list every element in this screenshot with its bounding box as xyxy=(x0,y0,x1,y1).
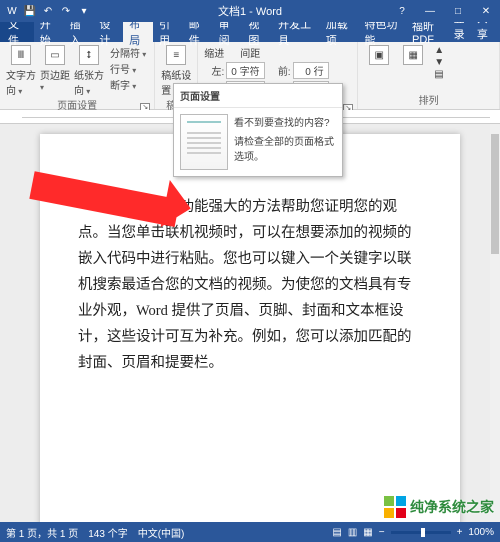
breaks-button[interactable]: 分隔符 xyxy=(108,45,148,60)
status-page[interactable]: 第 1 页，共 1 页 xyxy=(6,525,78,540)
text-direction-button[interactable]: Ⅲ 文字方向 xyxy=(6,45,36,97)
close-button[interactable]: ✕ xyxy=(472,0,500,22)
hyphenation-button[interactable]: 断字 xyxy=(108,77,148,92)
tooltip-title: 页面设置 xyxy=(174,84,342,108)
tooltip-line1: 看不到要查找的内容? xyxy=(234,114,336,129)
tab-mailings[interactable]: 邮件 xyxy=(183,22,213,42)
spacing-before-input[interactable]: 0 行 xyxy=(293,62,329,79)
line-numbers-button[interactable]: 行号 xyxy=(108,61,148,76)
indent-heading: 缩进 xyxy=(204,45,224,60)
paper-icon: ≡ xyxy=(166,45,186,65)
watermark: 纯净系统之家 xyxy=(384,496,494,518)
tab-foxit[interactable]: 福昕PDF xyxy=(406,22,454,42)
margins-button[interactable]: ▭ 页边距 xyxy=(40,45,70,93)
restore-button[interactable]: □ xyxy=(444,0,472,22)
tab-insert[interactable]: 插入 xyxy=(64,22,94,42)
window-controls: ? — □ ✕ xyxy=(388,0,500,22)
spacing-before-label: 前: xyxy=(271,63,291,78)
window-title: 文档1 - Word xyxy=(218,3,282,19)
tab-layout[interactable]: 布局 xyxy=(123,22,153,42)
view-print-icon[interactable]: ▥ xyxy=(348,527,357,538)
status-bar: 第 1 页，共 1 页 143 个字 中文(中国) ▤ ▥ ▦ − + 100% xyxy=(0,522,500,542)
view-read-icon[interactable]: ▤ xyxy=(332,527,341,538)
zoom-in-button[interactable]: + xyxy=(457,527,463,538)
indent-left-label: 左: xyxy=(204,63,224,78)
tooltip-line2: 请检查全部的页面格式选项。 xyxy=(234,133,336,163)
body-paragraph[interactable]: 视频提供了功能强大的方法帮助您证明您的观点。当您单击联机视频时，可以在想要添加的… xyxy=(78,194,422,376)
tab-addins[interactable]: 加载项 xyxy=(320,22,359,42)
spacing-heading: 间距 xyxy=(240,45,260,60)
title-bar: W 💾 ↶ ↷ ▾ 文档1 - Word ? — □ ✕ xyxy=(0,0,500,22)
page-setup-tooltip: 页面设置 看不到要查找的内容? 请检查全部的页面格式选项。 xyxy=(173,83,343,177)
tab-review[interactable]: 审阅 xyxy=(213,22,243,42)
watermark-text: 纯净系统之家 xyxy=(410,497,494,517)
position-icon: ▣ xyxy=(369,45,389,65)
word-icon: W xyxy=(6,5,18,17)
tab-features[interactable]: 特色功能 xyxy=(358,22,406,42)
save-icon[interactable]: 💾 xyxy=(24,5,36,17)
tab-view[interactable]: 视图 xyxy=(242,22,272,42)
send-backward-button[interactable]: ▼ xyxy=(432,57,446,68)
wrap-icon: ▦ xyxy=(403,45,423,65)
zoom-out-button[interactable]: − xyxy=(379,527,385,538)
zoom-level[interactable]: 100% xyxy=(468,527,494,538)
view-web-icon[interactable]: ▦ xyxy=(363,527,372,538)
scrollbar-thumb[interactable] xyxy=(491,134,499,254)
page[interactable]: 视频提供了功能强大的方法帮助您证明您的观点。当您单击联机视频时，可以在想要添加的… xyxy=(40,134,460,522)
qat-more-icon[interactable]: ▾ xyxy=(78,5,90,17)
status-word-count[interactable]: 143 个字 xyxy=(88,525,127,540)
tab-file[interactable]: 文件 xyxy=(0,22,34,42)
tab-references[interactable]: 引用 xyxy=(153,22,183,42)
tooltip-preview-icon xyxy=(180,114,228,170)
margins-icon: ▭ xyxy=(45,45,65,65)
document-canvas: 视频提供了功能强大的方法帮助您证明您的观点。当您单击联机视频时，可以在想要添加的… xyxy=(0,124,500,522)
bring-forward-button[interactable]: ▲ xyxy=(432,45,446,56)
group-label-arrange: 排列 xyxy=(364,92,493,107)
indent-left-input[interactable]: 0 字符 xyxy=(226,62,264,79)
ribbon-tabs: 文件 开始 插入 设计 布局 引用 邮件 审阅 视图 开发工具 加载项 特色功能… xyxy=(0,22,500,42)
watermark-logo-icon xyxy=(384,496,406,518)
status-language[interactable]: 中文(中国) xyxy=(138,525,185,540)
tab-design[interactable]: 设计 xyxy=(93,22,123,42)
tab-home[interactable]: 开始 xyxy=(34,22,64,42)
redo-icon[interactable]: ↷ xyxy=(60,5,72,17)
orientation-button[interactable]: ⭥ 纸张方向 xyxy=(74,45,104,97)
tab-developer[interactable]: 开发工具 xyxy=(272,22,320,42)
zoom-slider[interactable] xyxy=(391,531,451,534)
text-direction-icon: Ⅲ xyxy=(11,45,31,65)
minimize-button[interactable]: — xyxy=(416,0,444,22)
orientation-icon: ⭥ xyxy=(79,45,99,65)
wrap-text-button[interactable]: ▦ xyxy=(398,45,428,65)
position-button[interactable]: ▣ xyxy=(364,45,394,65)
ribbon-help-icon[interactable]: ? xyxy=(388,0,416,22)
quick-access-toolbar: W 💾 ↶ ↷ ▾ xyxy=(0,5,96,17)
group-arrange: ▣ ▦ ▲ ▼ ▤ 排列 xyxy=(358,42,500,109)
vertical-scrollbar[interactable] xyxy=(490,124,500,522)
undo-icon[interactable]: ↶ xyxy=(42,5,54,17)
group-page-setup: Ⅲ 文字方向 ▭ 页边距 ⭥ 纸张方向 分隔符 行号 断字 页面设置 ↘ xyxy=(0,42,155,109)
selection-pane-button[interactable]: ▤ xyxy=(432,69,446,80)
